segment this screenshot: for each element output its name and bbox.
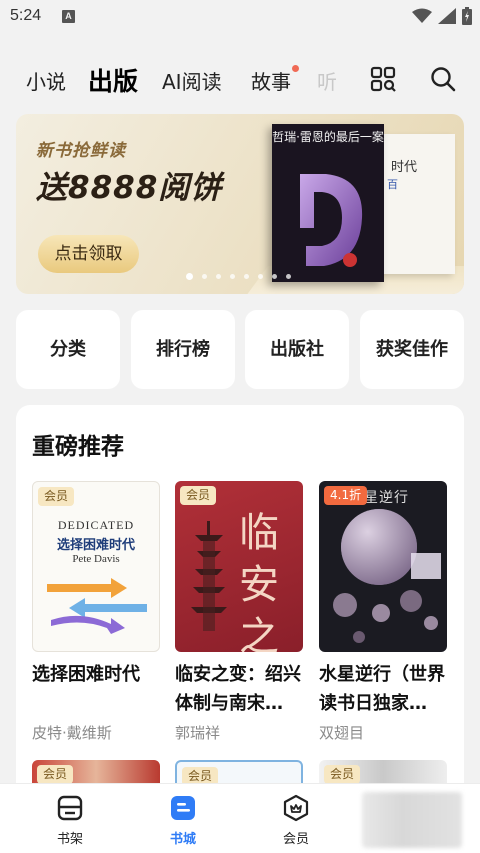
recommend-section: 重磅推荐 DEDICATED 选择困难时代 Pete Davis 会员 选择困难… — [16, 405, 464, 845]
book-title: 临安之变：绍兴体制与南宋… — [175, 664, 301, 714]
entry-awards[interactable]: 获奖佳作 — [360, 310, 464, 389]
cover-calligraphy: 临安之变 — [239, 510, 279, 652]
story-new-dot — [292, 65, 299, 72]
book-author: 郭瑞祥 — [175, 724, 221, 742]
nav-label: 书架 — [56, 832, 83, 847]
page-dot — [186, 273, 193, 280]
cover-planets-art — [333, 509, 441, 643]
signal-icon — [438, 8, 456, 24]
entry-category[interactable]: 分类 — [16, 310, 120, 389]
wifi-icon — [412, 8, 432, 23]
cover-pagoda-art — [191, 521, 227, 631]
banner-book-art — [300, 174, 363, 267]
book-card[interactable]: DEDICATED 选择困难时代 Pete Davis 会员 选择困难时代 皮特… — [32, 481, 160, 743]
cover-arrows-art — [47, 578, 147, 634]
page-dot — [244, 274, 249, 279]
member-badge: 会员 — [324, 765, 361, 784]
top-nav: 小说 出版 AI阅读 故事 听 — [0, 56, 480, 106]
search-icon[interactable] — [430, 66, 456, 92]
banner-book-cover: 哲瑞·雷恩的最后一案 — [272, 124, 384, 282]
nav-label: 会员 — [282, 832, 309, 847]
tab-ai-reading[interactable]: AI阅读 — [162, 66, 222, 95]
page-dot — [202, 274, 207, 279]
page-dot — [286, 274, 291, 279]
member-badge: 会员 — [37, 765, 74, 784]
tab-listen[interactable]: 听 — [317, 66, 337, 95]
book-cover[interactable]: DEDICATED 选择困难时代 Pete Davis 会员 — [32, 481, 160, 652]
nav-label: 书城 — [169, 832, 196, 847]
book-cover[interactable]: 水星逆行 4.1折 — [319, 481, 447, 652]
book-card[interactable]: 临安之变 会员 临安之变：绍兴体制与南宋… 郭瑞祥 — [175, 481, 303, 743]
book-author: 双翅目 — [319, 724, 365, 742]
notification-icon: A — [62, 10, 75, 23]
book-author: 皮特·戴维斯 — [32, 724, 112, 742]
book-cover[interactable]: 临安之变 会员 — [175, 481, 303, 652]
entry-ranking[interactable]: 排行榜 — [131, 310, 235, 389]
discount-badge: 4.1折 — [324, 486, 368, 505]
banner-subtitle: 新书抢鲜读 — [36, 141, 126, 161]
bottom-nav: 书架 书城 会员 — [0, 783, 480, 853]
tab-novel[interactable]: 小说 — [26, 66, 66, 95]
page-dot — [216, 274, 221, 279]
bookshelf-icon — [57, 795, 83, 821]
member-badge: 会员 — [38, 487, 75, 506]
quick-entries: 分类 排行榜 出版社 获奖佳作 — [16, 310, 464, 390]
tab-story[interactable]: 故事 — [251, 66, 291, 95]
page-dot — [258, 274, 263, 279]
member-badge: 会员 — [180, 486, 217, 505]
status-time: 5:24 — [10, 7, 42, 24]
page-dot — [230, 274, 235, 279]
status-bar: 5:24 A — [0, 0, 480, 34]
banner-book-title: 哲瑞·雷恩的最后一案 — [272, 130, 384, 144]
tab-publish[interactable]: 出版 — [88, 62, 138, 98]
member-icon — [283, 794, 309, 822]
obscured-area — [362, 792, 462, 848]
promo-banner[interactable]: 时代 百 哲瑞·雷恩的最后一案 新书抢鲜读 送8888阅饼 点击领取 — [16, 114, 464, 294]
section-title: 重磅推荐 — [32, 434, 124, 460]
book-title: 水星逆行（世界读书日独家… — [319, 664, 445, 714]
book-title: 选择困难时代 — [32, 664, 140, 685]
banner-headline: 送8888阅饼 — [36, 170, 223, 206]
battery-icon — [462, 7, 472, 25]
bookstore-icon — [171, 796, 195, 820]
book-card[interactable]: 水星逆行 4.1折 水星逆行（世界读书日独家… 双翅目 — [319, 481, 447, 743]
banner-claim-button[interactable]: 点击领取 — [38, 235, 139, 273]
category-grid-icon[interactable] — [370, 66, 396, 92]
entry-publisher[interactable]: 出版社 — [245, 310, 349, 389]
page-dot — [272, 274, 277, 279]
